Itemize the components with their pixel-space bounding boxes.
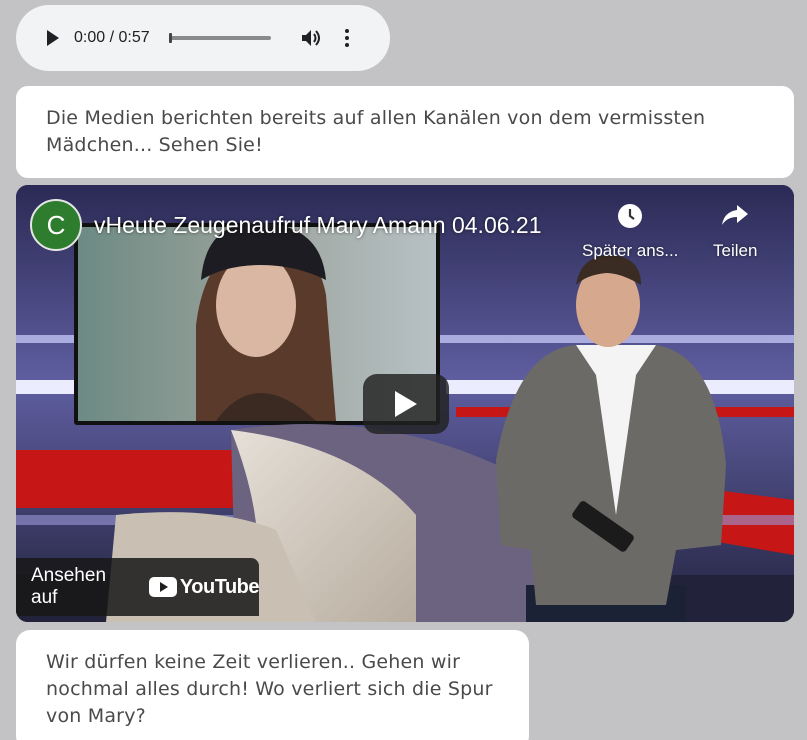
message-text: Die Medien berichten bereits auf allen K… bbox=[46, 107, 706, 156]
message-text: Wir dürfen keine Zeit verlieren.. Gehen … bbox=[46, 651, 493, 727]
video-header: C vHeute Zeugenaufruf Mary Amann 04.06.2… bbox=[30, 199, 542, 251]
share-label: Teilen bbox=[713, 241, 758, 260]
audio-seek-thumb[interactable] bbox=[168, 33, 172, 43]
watch-later-button[interactable]: Später ans... bbox=[582, 203, 678, 261]
volume-icon[interactable] bbox=[301, 27, 323, 49]
share-icon bbox=[713, 203, 757, 229]
clock-icon bbox=[582, 203, 678, 229]
youtube-wordmark: YouTube bbox=[179, 575, 260, 598]
youtube-play-icon bbox=[148, 577, 177, 597]
message-bubble: Die Medien berichten bereits auf allen K… bbox=[16, 86, 794, 178]
video-title[interactable]: vHeute Zeugenaufruf Mary Amann 04.06.21 bbox=[94, 212, 542, 239]
watch-later-label: Später ans... bbox=[582, 241, 679, 260]
play-icon bbox=[395, 391, 417, 417]
watch-on-youtube-link[interactable]: Ansehen auf YouTube bbox=[16, 558, 260, 616]
watch-on-label: Ansehen auf bbox=[31, 565, 107, 608]
share-button[interactable]: Teilen bbox=[713, 203, 757, 261]
play-icon[interactable] bbox=[42, 27, 64, 49]
audio-player: 0:00 / 0:57 bbox=[16, 5, 390, 71]
youtube-logo: YouTube bbox=[148, 575, 260, 599]
more-options-icon[interactable] bbox=[339, 27, 355, 49]
youtube-embed[interactable]: C vHeute Zeugenaufruf Mary Amann 04.06.2… bbox=[16, 185, 794, 622]
channel-avatar[interactable]: C bbox=[30, 199, 82, 251]
audio-time: 0:00 / 0:57 bbox=[74, 29, 150, 46]
video-play-button[interactable] bbox=[363, 374, 449, 434]
audio-seek-bar[interactable] bbox=[168, 33, 271, 43]
message-bubble: Wir dürfen keine Zeit verlieren.. Gehen … bbox=[16, 630, 529, 740]
